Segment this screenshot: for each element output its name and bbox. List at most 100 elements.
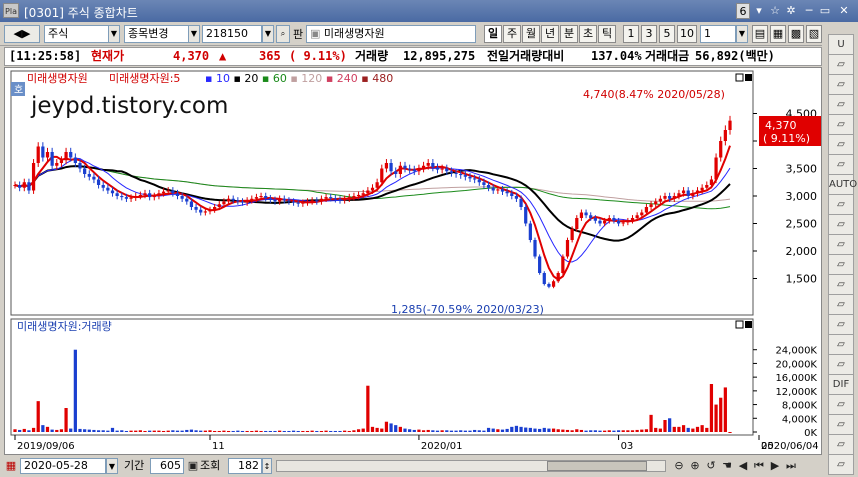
candle-body xyxy=(477,179,481,183)
sidebar-tool-button[interactable]: ▱ xyxy=(828,154,854,175)
chart-area[interactable]: 4,5004,0003,5003,0002,5002,0001,50024,00… xyxy=(4,67,822,455)
scrollbar-track[interactable] xyxy=(276,460,666,472)
candle-body xyxy=(463,175,467,177)
volume-bar xyxy=(291,430,296,432)
scroll-end-left-icon[interactable]: ⏮ xyxy=(752,459,766,473)
sidebar-tool-button[interactable]: ▱ xyxy=(828,94,854,115)
sidebar-tool-button[interactable]: ▱ xyxy=(828,354,854,375)
sidebar-tool-button[interactable]: ▱ xyxy=(828,214,854,235)
volume-bar xyxy=(626,430,630,432)
reset-icon[interactable]: ↺ xyxy=(704,459,718,473)
scroll-end-right-icon[interactable]: ⏭ xyxy=(784,459,798,473)
period-week-button[interactable]: 주 xyxy=(503,25,521,43)
sidebar-tool-button[interactable]: ▱ xyxy=(828,294,854,315)
date-dropdown-icon[interactable]: ▼ xyxy=(106,458,118,474)
candle-body xyxy=(626,220,630,223)
pane-close-icon[interactable] xyxy=(745,74,752,81)
period-tick-button[interactable]: 틱 xyxy=(598,25,616,43)
print-icon[interactable]: ▤ xyxy=(752,25,768,43)
volume-bar xyxy=(27,430,31,432)
candle-body xyxy=(64,152,68,161)
sidebar-tool-button[interactable]: ▱ xyxy=(828,234,854,255)
candle-body xyxy=(31,163,36,191)
candle-body xyxy=(621,222,625,224)
grid-icon[interactable]: ▩ xyxy=(788,25,804,43)
settings-icon[interactable]: ✲ xyxy=(784,3,798,19)
tools-icon[interactable]: ▧ xyxy=(806,25,822,43)
period-input[interactable]: 605 xyxy=(150,458,184,474)
candle-body xyxy=(240,201,245,203)
calendar-icon[interactable]: ▦ xyxy=(4,459,18,473)
volume-bar xyxy=(236,430,240,432)
code-dropdown-icon[interactable]: ▼ xyxy=(262,25,274,43)
sidebar-tool-button[interactable]: ▱ xyxy=(828,74,854,95)
current-price-label: 현재가 xyxy=(91,49,125,63)
nav-arrows[interactable]: ◀▶ xyxy=(4,25,40,43)
volume-tick-label: 4,000K xyxy=(782,414,818,425)
market-dropdown-icon[interactable]: ▼ xyxy=(108,25,120,43)
stock-code-input[interactable]: 218150 xyxy=(202,25,262,43)
scroll-right-icon[interactable]: ▶ xyxy=(768,459,782,473)
minute-5-button[interactable]: 5 xyxy=(659,25,675,43)
query-stepper[interactable]: ↕ xyxy=(262,458,272,474)
stock-chart[interactable]: 4,5004,0003,5003,0002,5002,0001,50024,00… xyxy=(5,68,821,454)
sidebar-tool-button[interactable]: AUTO xyxy=(828,174,857,195)
candle-body xyxy=(250,198,254,201)
volume-bar xyxy=(695,426,700,432)
sidebar-tool-button[interactable]: ▱ xyxy=(828,414,854,435)
current-time: [11:25:58] xyxy=(9,49,82,63)
scrollbar-thumb[interactable] xyxy=(547,461,647,471)
period-year-button[interactable]: 년 xyxy=(541,25,559,43)
pane-maximize-icon[interactable] xyxy=(735,73,744,82)
interval-input[interactable]: 1 xyxy=(700,25,736,43)
maximize-button[interactable]: ▭ xyxy=(818,3,832,19)
period-minute-button[interactable]: 분 xyxy=(560,25,578,43)
volume-bar xyxy=(380,428,384,432)
zoom-in-icon[interactable]: ⊕ xyxy=(688,459,702,473)
sidebar-tool-button[interactable]: ▱ xyxy=(828,54,854,75)
sidebar-tool-button[interactable]: ▱ xyxy=(828,394,854,415)
page-number[interactable]: 6 xyxy=(736,3,750,19)
query-icon[interactable]: ▣ xyxy=(186,459,200,473)
date-input[interactable]: 2020-05-28 xyxy=(20,458,106,474)
volume-bar xyxy=(486,427,491,432)
low-annotation: 1,285(-70.59% 2020/03/23) xyxy=(391,303,544,316)
close-button[interactable]: ✕ xyxy=(836,3,852,19)
sidebar-tool-button[interactable]: ▱ xyxy=(828,134,854,155)
interval-dropdown-icon[interactable]: ▼ xyxy=(736,25,748,43)
sidebar-tool-button[interactable]: ▱ xyxy=(828,454,854,475)
search-icon[interactable]: ⌕ xyxy=(276,25,290,43)
menu-icon[interactable]: ▾ xyxy=(752,3,766,19)
candle-body xyxy=(417,168,421,172)
minute-10-button[interactable]: 10 xyxy=(677,25,697,43)
mode-dropdown-icon[interactable]: ▼ xyxy=(188,25,200,43)
candle-body xyxy=(96,179,101,185)
star-icon[interactable]: ☆ xyxy=(768,3,782,19)
zoom-out-icon[interactable]: ⊖ xyxy=(672,459,686,473)
volume-bar xyxy=(296,430,300,432)
sidebar-tool-button[interactable]: U xyxy=(828,34,854,55)
sidebar-tool-button[interactable]: ▱ xyxy=(828,334,854,355)
sidebar-tool-button[interactable]: ▱ xyxy=(828,254,854,275)
minute-1-button[interactable]: 1 xyxy=(623,25,639,43)
volume-pane-close-icon[interactable] xyxy=(745,321,752,328)
sidebar-tool-button[interactable]: ▱ xyxy=(828,114,854,135)
period-day-button[interactable]: 일 xyxy=(484,25,502,43)
sidebar-tool-button[interactable]: ▱ xyxy=(828,274,854,295)
price-change-pct: ( 9.11%) xyxy=(289,49,347,63)
period-second-button[interactable]: 초 xyxy=(579,25,597,43)
period-month-button[interactable]: 월 xyxy=(522,25,540,43)
minimize-button[interactable]: ─ xyxy=(802,3,816,19)
volume-bar xyxy=(203,430,207,432)
sidebar-tool-button[interactable]: ▱ xyxy=(828,314,854,335)
sidebar-tool-button[interactable]: ▱ xyxy=(828,434,854,455)
query-input[interactable]: 182 xyxy=(228,458,262,474)
minute-3-button[interactable]: 3 xyxy=(641,25,657,43)
scroll-left-icon[interactable]: ◀ xyxy=(736,459,750,473)
sidebar-tool-button[interactable]: ▱ xyxy=(828,194,854,215)
hand-icon[interactable]: ☚ xyxy=(720,459,734,473)
save-icon[interactable]: ▦ xyxy=(770,25,786,43)
volume-bar xyxy=(83,429,87,432)
volume-pane-maximize-icon[interactable] xyxy=(735,320,744,329)
sidebar-tool-button[interactable]: DIF xyxy=(828,374,854,395)
